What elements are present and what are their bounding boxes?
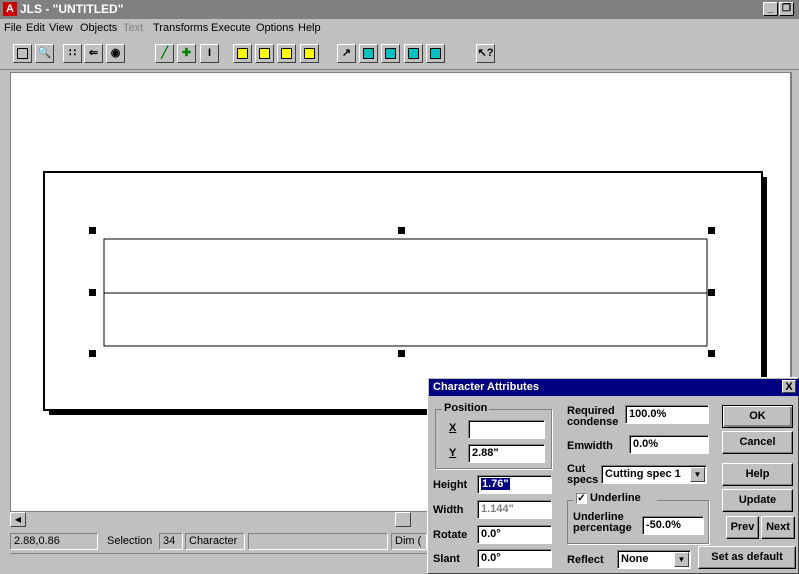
title-bar: A JLS - "UNTITLED" _ ❒ bbox=[0, 0, 799, 19]
prev-button[interactable]: Prev bbox=[726, 516, 759, 539]
menu-execute[interactable]: Execute bbox=[211, 22, 251, 34]
yellow-tool-4-icon[interactable] bbox=[300, 44, 319, 63]
dim-field: Dim ( bbox=[391, 533, 427, 550]
cut-specs-label-2: specs bbox=[567, 474, 599, 486]
close-icon[interactable]: X bbox=[782, 380, 796, 393]
selection-handle[interactable] bbox=[89, 350, 96, 357]
chevron-down-icon[interactable]: ▼ bbox=[674, 552, 689, 567]
position-group-title: Position bbox=[442, 402, 490, 414]
selection-handle[interactable] bbox=[708, 350, 715, 357]
dialog-title: Character Attributes bbox=[429, 379, 799, 396]
transform-1-icon[interactable] bbox=[359, 44, 378, 63]
status-empty-field bbox=[248, 533, 388, 550]
window-title: JLS - "UNTITLED" bbox=[20, 2, 124, 16]
selection-count-field: 34 bbox=[159, 533, 183, 550]
selection-handle[interactable] bbox=[89, 227, 96, 234]
coords-field: 2.88,0.86 bbox=[10, 533, 98, 550]
rotate-input[interactable]: 0.0° bbox=[477, 525, 552, 544]
rotate-label: Rotate bbox=[433, 529, 468, 541]
mode-field: Character bbox=[185, 533, 245, 550]
character-attributes-dialog: Character Attributes X Position X Y 2.88… bbox=[427, 377, 799, 574]
width-input[interactable]: 1.144" bbox=[477, 500, 552, 519]
menu-view[interactable]: View bbox=[49, 22, 73, 34]
transform-4-icon[interactable] bbox=[426, 44, 445, 63]
underline-label: Underline bbox=[590, 492, 641, 504]
reflect-value: None bbox=[621, 553, 649, 565]
yellow-tool-2-icon[interactable] bbox=[255, 44, 274, 63]
transform-3-icon[interactable] bbox=[404, 44, 423, 63]
select-box-icon[interactable] bbox=[13, 44, 32, 63]
emwidth-input[interactable]: 0.0% bbox=[629, 435, 709, 454]
cancel-button[interactable]: Cancel bbox=[722, 431, 793, 454]
zoom-icon[interactable]: 🔍 bbox=[35, 44, 54, 63]
selection-handle[interactable] bbox=[708, 227, 715, 234]
app-icon: A bbox=[3, 2, 17, 16]
x-label: X bbox=[449, 422, 457, 434]
required-condense-label-2: condense bbox=[567, 416, 619, 428]
slant-label: Slant bbox=[433, 553, 460, 565]
menu-help[interactable]: Help bbox=[298, 22, 321, 34]
cut-specs-select[interactable]: Cutting spec 1 ▼ bbox=[601, 465, 707, 484]
view-icon[interactable]: ◉ bbox=[106, 44, 125, 63]
selection-handle[interactable] bbox=[89, 289, 96, 296]
x-input[interactable] bbox=[468, 420, 545, 439]
chevron-down-icon[interactable]: ▼ bbox=[690, 467, 705, 482]
help-button[interactable]: Help bbox=[722, 463, 793, 486]
slant-input[interactable]: 0.0° bbox=[477, 549, 552, 568]
menu-edit[interactable]: Edit bbox=[26, 22, 45, 34]
underline-percentage-input[interactable]: -50.0% bbox=[642, 516, 704, 535]
underline-percentage-label-2: percentage bbox=[573, 522, 632, 534]
y-label: Y bbox=[449, 447, 457, 459]
move-icon[interactable]: ✚ bbox=[177, 44, 196, 63]
menu-transforms[interactable]: Transforms bbox=[153, 22, 208, 34]
yellow-tool-1-icon[interactable] bbox=[233, 44, 252, 63]
selection-label: Selection bbox=[107, 535, 153, 547]
y-input[interactable]: 2.88" bbox=[468, 444, 545, 463]
selection-handle[interactable] bbox=[708, 289, 715, 296]
set-as-default-button[interactable]: Set as default bbox=[698, 546, 796, 569]
selection-handle[interactable] bbox=[398, 227, 405, 234]
help-cursor-icon[interactable]: ↖? bbox=[476, 44, 495, 63]
selection-handle[interactable] bbox=[398, 350, 405, 357]
scroll-thumb[interactable] bbox=[395, 512, 411, 527]
next-button[interactable]: Next bbox=[761, 516, 795, 539]
pen-icon[interactable]: ╱ bbox=[155, 44, 174, 63]
menu-text[interactable]: Text bbox=[123, 22, 143, 34]
menu-options[interactable]: Options bbox=[256, 22, 294, 34]
underline-checkbox[interactable]: ✓ bbox=[576, 493, 587, 504]
emwidth-label: Emwidth bbox=[567, 440, 613, 452]
text-cursor-icon[interactable]: I bbox=[200, 44, 219, 63]
reflect-select[interactable]: None ▼ bbox=[617, 550, 691, 569]
ok-button[interactable]: OK bbox=[722, 405, 793, 428]
menu-bar: File Edit View Objects Text Transforms E… bbox=[0, 19, 799, 38]
height-input[interactable]: 1.76" bbox=[477, 475, 552, 494]
required-condense-input[interactable]: 100.0% bbox=[625, 405, 709, 424]
grid-icon[interactable]: ∷ bbox=[63, 44, 82, 63]
height-value: 1.76" bbox=[481, 478, 510, 490]
restore-button[interactable]: ❒ bbox=[779, 2, 794, 16]
cut-specs-value: Cutting spec 1 bbox=[605, 468, 681, 480]
transform-2-icon[interactable] bbox=[381, 44, 400, 63]
yellow-tool-3-icon[interactable] bbox=[277, 44, 296, 63]
menu-file[interactable]: File bbox=[4, 22, 22, 34]
pan-icon[interactable]: ⇐ bbox=[84, 44, 103, 63]
arrow-icon[interactable]: ↗ bbox=[337, 44, 356, 63]
minimize-button[interactable]: _ bbox=[763, 2, 778, 16]
width-label: Width bbox=[433, 504, 464, 516]
reflect-label: Reflect bbox=[567, 554, 604, 566]
update-button[interactable]: Update bbox=[722, 489, 793, 512]
scroll-left-icon[interactable]: ◀ bbox=[10, 512, 26, 527]
toolbar: 🔍 ∷ ⇐ ◉ ╱ ✚ I ↗ ↖? bbox=[0, 38, 799, 70]
height-label: Height bbox=[433, 479, 468, 491]
menu-objects[interactable]: Objects bbox=[80, 22, 117, 34]
